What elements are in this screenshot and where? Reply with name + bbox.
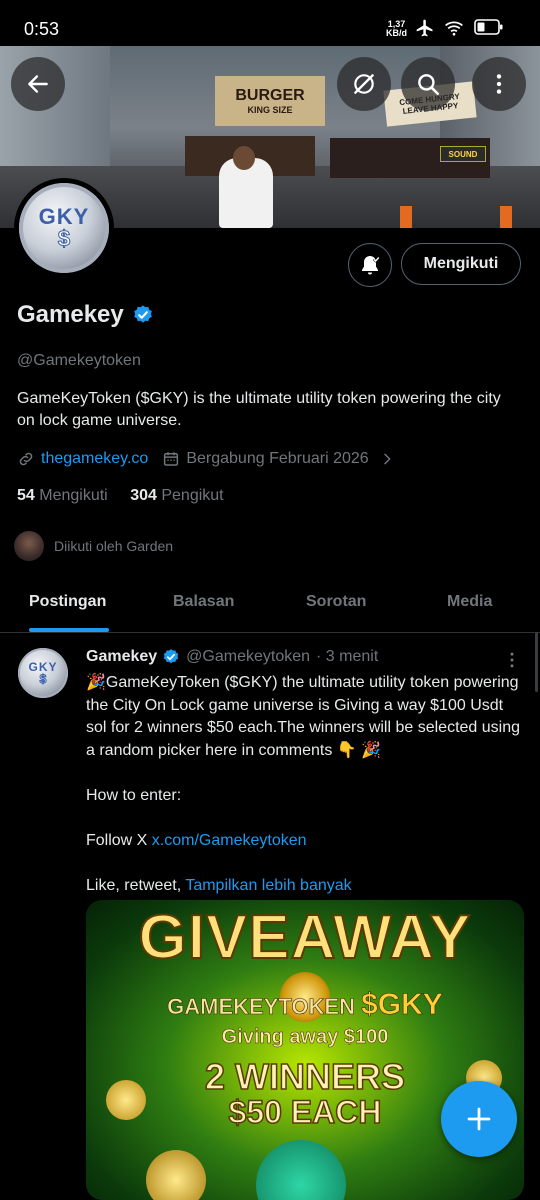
- gold-coin-decoration-2: [146, 1150, 206, 1200]
- post-line-4-prefix: Like, retweet,: [86, 876, 186, 894]
- banner-traffic-barrel-2: [500, 206, 512, 228]
- post-gky-coin-logo: GKY $: [18, 648, 68, 698]
- profile-meta: thegamekey.co Bergabung Februari 2026: [17, 450, 395, 468]
- profile-bio: GameKeyToken ($GKY) is the ultimate util…: [17, 390, 501, 429]
- giveaway-brand: GAMEKEYTOKEN: [167, 994, 355, 1020]
- profile-name: Gamekey: [17, 301, 124, 328]
- back-button[interactable]: [11, 57, 65, 111]
- follow-counts: 54 Mengikuti 304 Pengikut: [17, 487, 224, 505]
- tab-postingan[interactable]: Postingan: [29, 593, 106, 611]
- post-line-2: How to enter:: [86, 786, 182, 804]
- post-text: 🎉GameKeyToken ($GKY) the ultimate utilit…: [86, 672, 526, 897]
- profile-joined-date: Bergabung Februari 2026: [186, 450, 369, 467]
- follower-avatar: [14, 531, 44, 561]
- tab-media[interactable]: Media: [447, 593, 492, 611]
- profile-avatar[interactable]: GKY $: [14, 178, 114, 278]
- post-time: · 3 menit: [316, 648, 379, 665]
- banner-character-head: [233, 146, 255, 170]
- back-arrow-icon: [28, 75, 48, 93]
- profile-name-row: Gamekey: [17, 301, 154, 329]
- compose-post-button[interactable]: [441, 1081, 517, 1157]
- followed-by-row[interactable]: Diikuti oleh Garden: [14, 531, 173, 561]
- chevron-right-icon[interactable]: [379, 451, 395, 467]
- search-button[interactable]: [401, 57, 455, 111]
- more-vert-icon: [496, 74, 502, 94]
- giveaway-ticker: $GKY: [361, 988, 443, 1022]
- verified-badge-icon: [133, 305, 152, 323]
- post-verified-badge-icon: [163, 649, 179, 664]
- calendar-icon: [164, 452, 179, 466]
- status-bar: 0:53 1,37 KB/d: [0, 0, 540, 46]
- status-time: 0:53: [24, 19, 60, 39]
- show-more-link[interactable]: Tampilkan lebih banyak: [185, 877, 351, 894]
- gky-coin-logo: GKY $: [19, 183, 109, 273]
- following-button[interactable]: Mengikuti: [401, 243, 521, 285]
- tab-balasan[interactable]: Balasan: [173, 593, 234, 611]
- post-header: Gamekey @Gamekeytoken · 3 menit: [86, 648, 378, 666]
- banner-traffic-barrel: [400, 206, 412, 228]
- post-image-giveaway[interactable]: GIVEAWAY GAMEKEYTOKEN $GKY Giving away $…: [86, 900, 524, 1200]
- network-speed: 1,37 KB/d: [386, 20, 407, 38]
- plus-icon: [467, 1107, 491, 1131]
- giveaway-amount: Giving away $100: [221, 1026, 389, 1049]
- banner-sound-text: SOUND: [448, 149, 478, 159]
- post-avatar-symbol: $: [39, 672, 47, 686]
- active-tab-indicator: [29, 628, 109, 632]
- profile-tabs: Postingan Balasan Sorotan Media: [0, 576, 540, 633]
- avatar-symbol: $: [57, 226, 71, 251]
- airplane-mode-icon: [416, 19, 433, 37]
- tab-sorotan[interactable]: Sorotan: [306, 593, 366, 611]
- followers-count: 304: [130, 487, 157, 504]
- post-line-1: 🎉GameKeyToken ($GKY) the ultimate utilit…: [86, 674, 521, 759]
- giveaway-title: GIVEAWAY: [137, 902, 472, 973]
- battery-icon: [474, 19, 503, 35]
- post-line-4: Like, retweet, Tampilkan lebih banyak: [86, 875, 526, 898]
- tether-coin-decoration: [256, 1140, 346, 1200]
- post-author-avatar[interactable]: GKY $: [16, 646, 70, 700]
- post-more-icon[interactable]: [502, 650, 522, 670]
- following-count-link[interactable]: 54 Mengikuti: [17, 487, 108, 504]
- more-options-button[interactable]: [472, 57, 526, 111]
- gold-coin-decoration: [106, 1080, 146, 1120]
- grok-icon: [354, 74, 374, 94]
- post-author-name[interactable]: Gamekey: [86, 648, 157, 666]
- search-icon: [418, 74, 440, 96]
- notifications-button[interactable]: [348, 243, 392, 287]
- banner-burger-text: BURGER: [235, 87, 305, 104]
- post-line-3: Follow X x.com/Gamekeytoken: [86, 830, 526, 853]
- bell-check-icon: [362, 256, 380, 275]
- post-author-handle[interactable]: @Gamekeytoken: [186, 648, 310, 666]
- followers-label: Pengikut: [161, 487, 224, 504]
- following-label: Mengikuti: [39, 487, 108, 504]
- banner-king-text: KING SIZE: [247, 105, 293, 115]
- link-icon: [19, 452, 33, 466]
- network-speed-unit: KB/d: [386, 28, 407, 38]
- post-profile-link[interactable]: x.com/Gamekeytoken: [152, 832, 307, 849]
- followed-by-text: Diikuti oleh Garden: [54, 538, 174, 554]
- giveaway-brand-row: GAMEKEYTOKEN $GKY: [86, 988, 524, 1022]
- following-count: 54: [17, 487, 35, 504]
- profile-handle: @Gamekeytoken: [17, 352, 141, 369]
- wifi-icon: [445, 21, 463, 36]
- post-line-3-prefix: Follow X: [86, 831, 152, 849]
- scrollbar[interactable]: [535, 632, 538, 692]
- banner-sound-sign: SOUND: [440, 146, 486, 162]
- avatar-text: GKY: [38, 204, 90, 229]
- profile-website-link[interactable]: thegamekey.co: [41, 450, 148, 468]
- followers-count-link[interactable]: 304 Pengikut: [130, 487, 223, 504]
- grok-button[interactable]: [337, 57, 391, 111]
- banner-burger-sign: BURGER KING SIZE: [215, 76, 325, 126]
